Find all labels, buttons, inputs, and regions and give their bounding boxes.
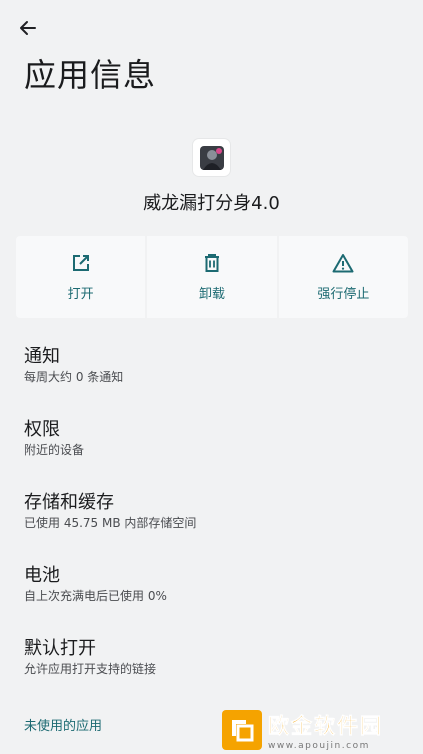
list-item-subtitle: 已使用 45.75 MB 内部存储空间 [24,516,197,530]
notifications-item[interactable]: 通知 每周大约 0 条通知 [0,332,423,405]
app-name: 威龙漏打分身4.0 [143,193,280,214]
app-info-screen: 应用信息 威龙漏打分身4.0 打开 卸载 强行停止 通知 每周大约 0 条通知 … [0,0,423,754]
storage-item[interactable]: 存储和缓存 已使用 45.75 MB 内部存储空间 [0,478,423,551]
battery-item[interactable]: 电池 自上次充满电后已使用 0% [0,551,423,624]
list-item-title: 权限 [24,419,60,440]
open-by-default-item[interactable]: 默认打开 允许应用打开支持的链接 [0,624,423,697]
list-item-subtitle: 每周大约 0 条通知 [24,370,124,384]
uninstall-label: 卸载 [198,287,225,302]
unused-apps-link[interactable]: 未使用的应用 [24,715,102,734]
page-title: 应用信息 [24,56,157,94]
app-icon [193,139,230,176]
arrow-left-icon [20,21,36,35]
warning-icon [332,254,354,273]
permissions-item[interactable]: 权限 附近的设备 [0,405,423,478]
action-bar: 打开 卸载 强行停止 [16,236,408,318]
watermark-name: 欧金软件园 [268,713,383,738]
open-external-icon [72,255,89,271]
list-item-title: 电池 [24,565,60,586]
force-stop-label: 强行停止 [317,287,370,302]
list-item-subtitle: 允许应用打开支持的链接 [24,662,157,676]
back-button[interactable] [12,12,44,44]
list-item-title: 通知 [24,346,60,367]
uninstall-button[interactable]: 卸载 [147,236,277,318]
open-button[interactable]: 打开 [16,236,146,318]
open-label: 打开 [67,287,94,302]
watermark-logo-icon [222,710,262,750]
list-item-subtitle: 自上次充满电后已使用 0% [24,589,167,603]
list-item-title: 存储和缓存 [24,492,114,513]
trash-icon [204,254,219,272]
site-watermark: 欧金软件园 www.apoujin.com [222,706,423,754]
force-stop-button[interactable]: 强行停止 [278,236,408,318]
list-item-title: 默认打开 [24,638,96,659]
watermark-url: www.apoujin.com [268,740,370,751]
list-item-subtitle: 附近的设备 [24,443,85,457]
